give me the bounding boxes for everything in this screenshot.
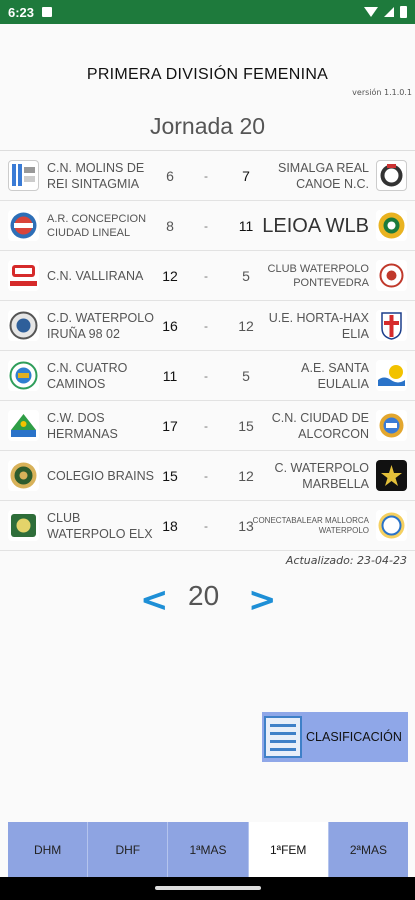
home-team-name: C.W. DOS HERMANAS — [47, 411, 118, 441]
home-team-name: C.N. CUATRO CAMINOS — [47, 361, 128, 391]
club-crest-icon — [376, 360, 407, 391]
home-score: 17 — [162, 418, 178, 434]
home-gesture-handle[interactable] — [155, 886, 261, 890]
club-crest-icon — [8, 460, 39, 491]
previous-round-button[interactable]: < — [140, 580, 169, 620]
home-team-name: C.N. VALLIRANA — [47, 269, 144, 283]
club-crest-icon — [376, 460, 407, 491]
version-label: versión 1.1.0.1 — [352, 88, 412, 97]
club-crest-icon — [376, 410, 407, 441]
match-list: C.N. MOLINS DE REI SINTAGMIA 6 - 7 SIMAL… — [0, 150, 415, 551]
tab-dhm[interactable]: DHM — [8, 822, 89, 877]
home-team-name: C.N. MOLINS DE REI SINTAGMIA — [47, 161, 145, 191]
club-crest-icon — [8, 410, 39, 441]
score-separator: - — [204, 269, 208, 283]
score-separator: - — [204, 519, 208, 533]
notification-icon — [42, 7, 53, 17]
club-crest-icon — [8, 510, 39, 541]
status-time: 6:23 — [8, 4, 35, 20]
away-team-name: SIMALGA REAL CANOE N.C. — [277, 161, 369, 191]
page-title: PRIMERA DIVISIÓN FEMENINA — [86, 66, 329, 83]
match-row[interactable]: COLEGIO BRAINS 15 - 12 C. WATERPOLO MARB… — [0, 451, 415, 501]
updated-timestamp: Actualizado: 23-04-23 — [285, 554, 407, 567]
jornada-title: Jornada 20 — [149, 113, 266, 139]
match-row[interactable]: C.N. CUATRO CAMINOS 11 - 5 A.E. SANTA EU… — [0, 351, 415, 401]
score-separator: - — [204, 469, 208, 483]
tab-dhf[interactable]: DHF — [88, 822, 169, 877]
home-team-name: COLEGIO BRAINS — [47, 469, 154, 483]
match-row[interactable]: C.D. WATERPOLO IRUÑA 98 02 16 - 12 U.E. … — [0, 301, 415, 351]
home-score: 12 — [162, 268, 178, 284]
match-row[interactable]: C.N. VALLIRANA 12 - 5 CLUB WATERPOLO PON… — [0, 251, 415, 301]
club-crest-icon — [8, 360, 39, 391]
list-icon — [264, 716, 302, 758]
away-team-name: LEIOA WLB — [262, 215, 369, 237]
score-separator: - — [204, 369, 208, 383]
club-crest-icon — [8, 160, 39, 191]
clasificacion-button[interactable]: CLASIFICACIÓN — [262, 712, 408, 762]
home-team-name: C.D. WATERPOLO IRUÑA 98 02 — [47, 311, 154, 341]
club-crest-icon — [8, 210, 39, 241]
away-team-name: C.N. CIUDAD DE ALCORCON — [271, 411, 369, 441]
home-score: 8 — [166, 218, 174, 234]
score-separator: - — [204, 169, 208, 183]
system-nav-bar — [0, 877, 415, 900]
club-crest-icon — [376, 260, 407, 291]
club-crest-icon — [8, 310, 39, 341]
home-score: 18 — [162, 518, 178, 534]
home-score: 16 — [162, 318, 178, 334]
match-row[interactable]: C.N. MOLINS DE REI SINTAGMIA 6 - 7 SIMAL… — [0, 151, 415, 201]
away-team-name: U.E. HORTA-HAX ELIA — [268, 311, 369, 341]
score-separator: - — [204, 419, 208, 433]
match-row[interactable]: A.R. CONCEPCION CIUDAD LINEAL 8 - 11 LEI… — [0, 201, 415, 251]
match-row[interactable]: C.W. DOS HERMANAS 17 - 15 C.N. CIUDAD DE… — [0, 401, 415, 451]
home-score: 6 — [166, 168, 174, 184]
round-number: 20 — [188, 580, 220, 611]
league-tab-bar: DHM DHF 1ªMAS 1ªFEM 2ªMAS — [8, 822, 409, 877]
round-navigator: < 20 > — [0, 578, 415, 622]
club-crest-icon — [376, 310, 407, 341]
clasificacion-label: CLASIFICACIÓN — [306, 730, 402, 744]
tab-1mas[interactable]: 1ªMAS — [168, 822, 249, 877]
score-separator: - — [204, 319, 208, 333]
battery-icon — [400, 6, 407, 18]
away-team-name: CONECTABALEAR MALLORCA WATERPOLO — [252, 516, 369, 535]
status-bar: 6:23 — [0, 0, 415, 24]
club-crest-icon — [8, 260, 39, 291]
tab-2mas[interactable]: 2ªMAS — [328, 822, 409, 877]
home-score: 11 — [162, 368, 178, 384]
away-team-name: C. WATERPOLO MARBELLA — [274, 461, 369, 491]
score-separator: - — [204, 219, 208, 233]
next-round-button[interactable]: > — [248, 580, 277, 620]
away-team-name: A.E. SANTA EULALIA — [301, 361, 369, 391]
tab-1fem[interactable]: 1ªFEM — [248, 822, 329, 877]
club-crest-icon — [376, 510, 407, 541]
home-team-name: CLUB WATERPOLO ELX — [47, 511, 153, 541]
home-team-name: A.R. CONCEPCION CIUDAD LINEAL — [47, 213, 147, 239]
wifi-icon — [364, 7, 378, 17]
match-row[interactable]: CLUB WATERPOLO ELX 18 - 13 CONECTABALEAR… — [0, 501, 415, 551]
home-score: 15 — [162, 468, 178, 484]
club-crest-icon — [376, 210, 407, 241]
signal-icon — [384, 7, 394, 17]
away-team-name: CLUB WATERPOLO PONTEVEDRA — [267, 263, 369, 289]
club-crest-icon — [376, 160, 407, 191]
